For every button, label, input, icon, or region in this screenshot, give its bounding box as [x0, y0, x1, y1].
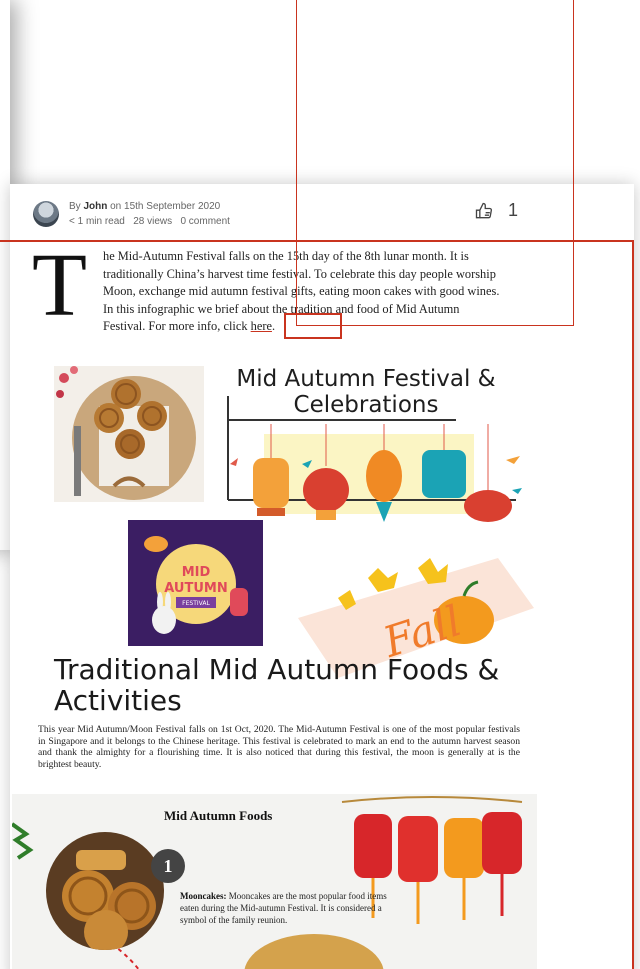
lanterns-illustration	[227, 396, 522, 522]
author-avatar[interactable]	[33, 201, 59, 227]
link-highlight-box	[284, 313, 342, 339]
food-item-number: 1	[151, 849, 185, 883]
author-name[interactable]: John	[83, 201, 107, 212]
mooncakes-photo	[46, 832, 164, 950]
read-time: < 1 min read	[69, 216, 125, 227]
poster-line-2: AUTUMN	[164, 581, 227, 596]
festival-poster: MID AUTUMN FESTIVAL	[128, 520, 263, 646]
author-line: By John on 15th September 2020	[69, 201, 221, 212]
view-count: 28 views	[133, 216, 173, 227]
mid-autumn-foods-panel: Mid Autumn Foods 1 Mooncakes: Mooncakes …	[12, 794, 537, 969]
comment-count[interactable]: 0 comment	[180, 216, 229, 227]
poster-line-3: FESTIVAL	[182, 600, 210, 607]
drop-cap: T	[32, 236, 87, 335]
post-stats: < 1 min read 28 views 0 comment	[69, 214, 230, 229]
festival-description: This year Mid Autumn/Moon Festival falls…	[38, 724, 520, 770]
poster-line-1: MID	[182, 565, 211, 580]
foods-panel-title: Mid Autumn Foods	[164, 808, 273, 823]
post-date: on 15th September 2020	[110, 201, 221, 212]
infographic: Mid Autumn Festival & Celebrations MID A…	[12, 352, 537, 969]
background-card-left	[0, 0, 10, 550]
foods-activities-title: Traditional Mid Autumn Foods & Activitie…	[54, 653, 500, 717]
mooncake-photo	[54, 366, 204, 502]
author-meta: By John on 15th September 2020 < 1 min r…	[33, 198, 230, 230]
more-info-link[interactable]: here	[251, 319, 272, 333]
highlight-frame-top	[296, 0, 574, 326]
mooncakes-description: Mooncakes: Mooncakes are the most popula…	[180, 891, 387, 925]
